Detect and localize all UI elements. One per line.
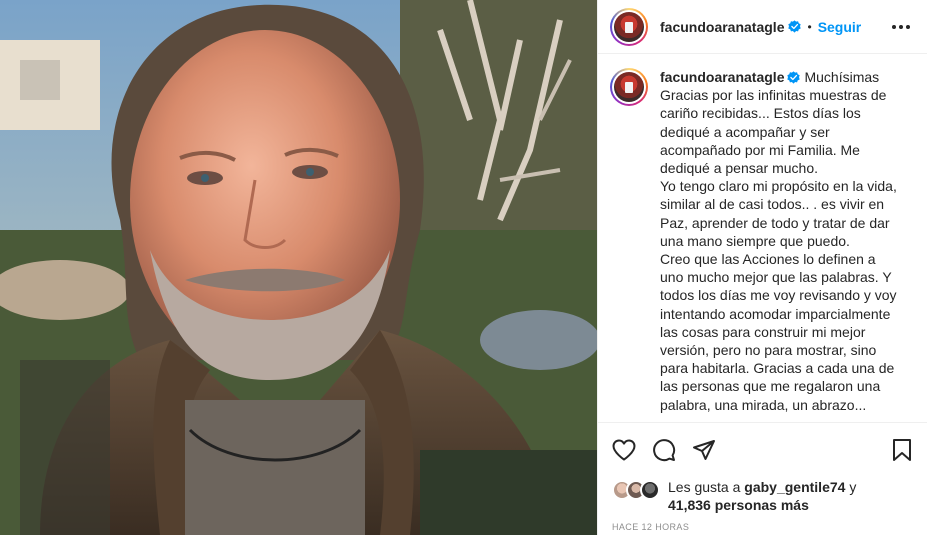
liker-avatar[interactable]: [640, 480, 660, 500]
caption-line: versión, pero no para mostrar, sino: [660, 342, 877, 359]
caption-line: palabra, una mirada, un abrazo...: [660, 396, 867, 413]
action-bar: [598, 422, 927, 476]
comment-button[interactable]: [650, 436, 678, 464]
paper-plane-icon: [693, 439, 715, 460]
caption-line: todos los días me voy revisando y voy: [660, 287, 897, 304]
share-button[interactable]: [690, 436, 718, 464]
post-details-panel: facundoaranatagle • Seguir facundoaranat…: [597, 0, 927, 535]
caption-line: las cosas para construir mi mejor: [660, 323, 866, 340]
caption-line: Paz, aprender de todo y tratar de dar: [660, 214, 890, 231]
caption-line: dediqué a acompañar y ser: [660, 123, 830, 140]
post-header: facundoaranatagle • Seguir: [598, 0, 927, 54]
caption-line: dediqué a pensar mucho.: [660, 160, 818, 177]
likes-summary: Les gusta a gaby_gentile74 y 41,836 pers…: [612, 478, 856, 514]
separator-dot: •: [807, 19, 812, 34]
more-horizontal-icon: [892, 24, 910, 29]
more-options-button[interactable]: [889, 15, 913, 39]
caption-line: intentando acomodar imparcialmente: [660, 305, 891, 322]
caption-line: una mano siempre que puedo.: [660, 232, 850, 249]
post-photo[interactable]: [0, 0, 597, 535]
author-username[interactable]: facundoaranatagle: [660, 19, 784, 35]
avatar-image: [614, 72, 644, 102]
caption-line: Creo que las Acciones lo definen a: [660, 251, 876, 268]
post-timestamp[interactable]: Hace 12 horas: [612, 522, 689, 532]
comment-icon: [653, 438, 676, 461]
caption-line: las personas que me regalaron una: [660, 378, 881, 395]
liker-avatars: [612, 480, 662, 500]
caption-line: acompañado por mi Familia. Me: [660, 141, 860, 158]
liker-username[interactable]: gaby_gentile74: [744, 479, 845, 495]
likes-text: Les gusta a gaby_gentile74 y 41,836 pers…: [668, 478, 856, 514]
save-button[interactable]: [888, 436, 916, 464]
likes-prefix: Les gusta a: [668, 479, 741, 495]
verified-badge-icon: [787, 71, 801, 84]
caption-line: similar al de casi todos.. . es vivir en: [660, 196, 885, 213]
likes-connector: y: [849, 479, 857, 495]
caption-line: Gracias por las infinitas muestras de: [660, 87, 887, 104]
caption-text: facundoaranatagle Muchísimas Gracias por…: [660, 68, 916, 420]
photo-illustration: [0, 0, 597, 535]
caption-line: cariño recibidas... Estos días los: [660, 105, 861, 122]
caption-first-word: Muchísimas: [804, 69, 880, 85]
like-button[interactable]: [610, 436, 638, 464]
caption-avatar[interactable]: [610, 68, 648, 106]
follow-button[interactable]: Seguir: [818, 19, 862, 35]
avatar-image: [614, 11, 644, 42]
likes-count[interactable]: 41,836 personas más: [668, 497, 809, 513]
post-caption: facundoaranatagle Muchísimas Gracias por…: [610, 68, 916, 420]
verified-badge-icon: [788, 20, 802, 33]
author-avatar[interactable]: [610, 7, 648, 46]
instagram-post: facundoaranatagle • Seguir facundoaranat…: [0, 0, 927, 535]
bookmark-icon: [893, 438, 911, 461]
caption-line: para habitarla. Gracias a cada una de: [660, 360, 895, 377]
caption-line: uno mucho mejor que las palabras. Y: [660, 269, 892, 286]
caption-username[interactable]: facundoaranatagle: [660, 69, 784, 85]
caption-line: Yo tengo claro mi propósito en la vida,: [660, 178, 897, 195]
heart-icon: [612, 439, 636, 460]
